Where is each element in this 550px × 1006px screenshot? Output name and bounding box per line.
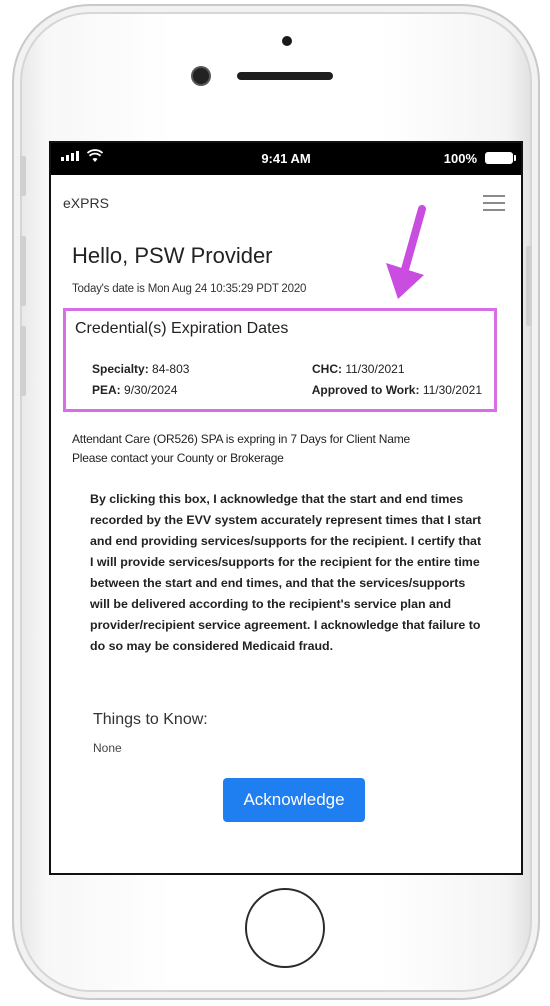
- credential-approved-to-work: Approved to Work: 11/30/2021: [312, 383, 482, 397]
- battery-icon: [485, 152, 516, 164]
- credential-label: Approved to Work:: [311, 383, 420, 397]
- things-to-know-title: Things to Know:: [93, 711, 208, 728]
- credential-value: 9/30/2024: [124, 383, 178, 397]
- navbar: eXPRS: [51, 175, 521, 225]
- notice-line: Attendant Care (OR526) SPA is expring in…: [72, 432, 411, 446]
- menu-icon[interactable]: [483, 195, 505, 213]
- arrow-annotation-icon: [386, 205, 426, 299]
- notice-line: Please contact your County or Brokerage: [72, 451, 284, 465]
- credential-specialty: Specialty: 84-803: [92, 362, 189, 376]
- home-button[interactable]: [245, 888, 325, 968]
- things-to-know-value: None: [93, 741, 122, 755]
- earpiece-speaker: [237, 72, 333, 80]
- credential-label: Specialty:: [92, 362, 149, 376]
- page: 9:41 AM 100% eXPRS Hello, PSW Provider T…: [0, 0, 550, 1006]
- volume-down-button: [20, 326, 26, 396]
- app-content: eXPRS Hello, PSW Provider Today's date i…: [51, 175, 521, 873]
- power-button: [526, 246, 532, 326]
- battery-percentage: 100%: [443, 151, 477, 166]
- acknowledge-button[interactable]: Acknowledge: [223, 778, 365, 822]
- credential-label: PEA:: [92, 383, 121, 397]
- status-bar: 9:41 AM 100%: [51, 143, 521, 175]
- credential-pea: PEA: 9/30/2024: [92, 383, 177, 397]
- brand-logo[interactable]: eXPRS: [63, 195, 109, 211]
- credentials-title: Credential(s) Expiration Dates: [75, 320, 289, 337]
- credentials-panel: Credential(s) Expiration Dates Specialty…: [63, 308, 497, 412]
- acknowledgement-text: By clicking this box, I acknowledge that…: [90, 492, 482, 653]
- phone-screen: 9:41 AM 100% eXPRS Hello, PSW Provider T…: [49, 141, 523, 875]
- front-camera: [193, 68, 209, 84]
- sensor-dot: [282, 36, 292, 46]
- page-title: Hello, PSW Provider: [72, 243, 273, 268]
- mute-switch: [20, 156, 26, 196]
- credential-chc: CHC: 11/30/2021: [312, 362, 405, 376]
- credential-value: 11/30/2021: [422, 383, 482, 397]
- credential-label: CHC:: [312, 362, 342, 376]
- expiration-notice: Attendant Care (OR526) SPA is expring in…: [72, 430, 410, 468]
- credential-value: 84-803: [152, 362, 190, 376]
- volume-up-button: [20, 236, 26, 306]
- credential-value: 11/30/2021: [345, 362, 405, 376]
- date-text: Today's date is Mon Aug 24 10:35:29 PDT …: [72, 283, 307, 295]
